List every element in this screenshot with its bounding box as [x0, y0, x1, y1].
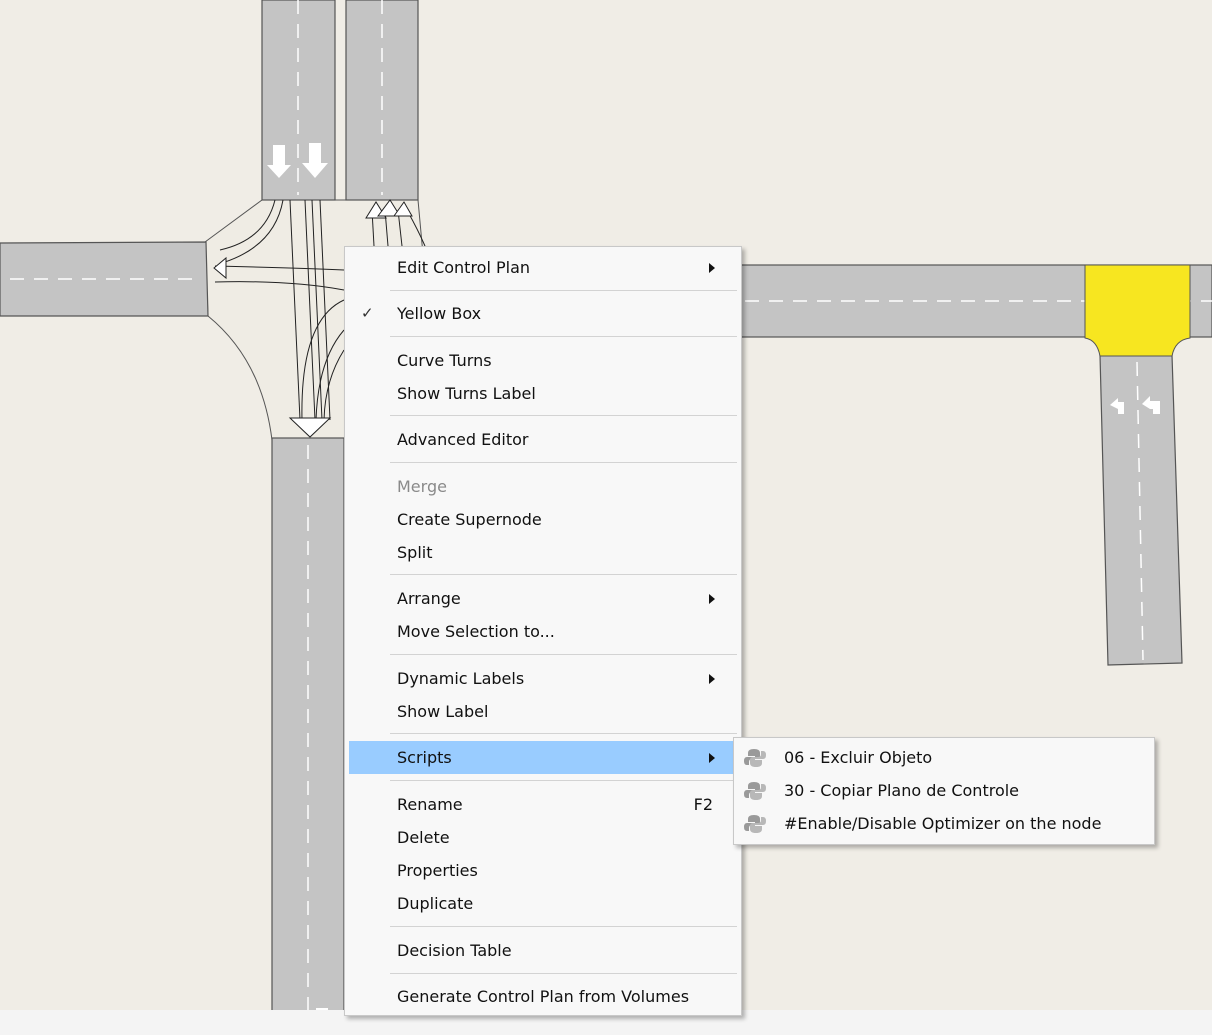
- menu-item-create-supernode[interactable]: Create Supernode: [349, 503, 737, 536]
- menu-item-label: Yellow Box: [397, 304, 482, 323]
- menu-item-delete[interactable]: Delete: [349, 821, 737, 854]
- scripts-submenu: 06 - Excluir Objeto 30 - Copiar Plano de…: [733, 737, 1155, 845]
- menu-item-label: Show Label: [397, 702, 489, 721]
- menu-item-duplicate[interactable]: Duplicate: [349, 887, 737, 920]
- python-icon: [744, 782, 766, 800]
- road-west[interactable]: [0, 241, 209, 317]
- submenu-arrow-icon: [709, 753, 715, 763]
- menu-item-curve-turns[interactable]: Curve Turns: [349, 344, 737, 377]
- menu-item-label: Properties: [397, 861, 478, 880]
- menu-item-generate-control-plan[interactable]: Generate Control Plan from Volumes: [349, 980, 737, 1013]
- menu-item-move-selection-to[interactable]: Move Selection to...: [349, 615, 737, 648]
- menu-item-advanced-editor[interactable]: Advanced Editor: [349, 423, 737, 456]
- menu-item-label: Create Supernode: [397, 510, 542, 529]
- menu-item-scripts[interactable]: Scripts: [349, 741, 737, 774]
- menu-item-label: Rename: [397, 795, 463, 814]
- menu-item-label: Decision Table: [397, 941, 512, 960]
- menu-item-label: Edit Control Plan: [397, 258, 531, 277]
- shortcut-label: F2: [693, 795, 713, 814]
- menu-item-label: Show Turns Label: [397, 384, 536, 403]
- menu-item-merge: Merge: [349, 470, 737, 503]
- menu-item-rename[interactable]: Rename F2: [349, 788, 737, 821]
- menu-separator: [390, 415, 737, 416]
- menu-item-split[interactable]: Split: [349, 536, 737, 569]
- road-branch-south[interactable]: [1099, 354, 1183, 666]
- menu-separator: [390, 336, 737, 337]
- menu-item-properties[interactable]: Properties: [349, 854, 737, 887]
- menu-item-label: Advanced Editor: [397, 430, 529, 449]
- menu-separator: [390, 926, 737, 927]
- menu-item-label: Merge: [397, 477, 447, 496]
- menu-item-yellow-box[interactable]: ✓ Yellow Box: [349, 297, 737, 330]
- script-item-label: 06 - Excluir Objeto: [784, 748, 933, 767]
- menu-item-label: Duplicate: [397, 894, 474, 913]
- submenu-arrow-icon: [709, 594, 715, 604]
- menu-item-label: Arrange: [397, 589, 461, 608]
- menu-separator: [390, 780, 737, 781]
- menu-item-label: Scripts: [397, 748, 452, 767]
- menu-separator: [390, 462, 737, 463]
- menu-item-arrange[interactable]: Arrange: [349, 582, 737, 615]
- script-item-excluir-objeto[interactable]: 06 - Excluir Objeto: [738, 741, 1150, 774]
- menu-separator: [390, 733, 737, 734]
- menu-item-label: Split: [397, 543, 433, 562]
- submenu-arrow-icon: [709, 263, 715, 273]
- submenu-arrow-icon: [709, 674, 715, 684]
- script-item-enable-disable-optimizer[interactable]: #Enable/Disable Optimizer on the node: [738, 807, 1150, 840]
- menu-separator: [390, 973, 737, 974]
- script-item-label: 30 - Copiar Plano de Controle: [784, 781, 1020, 800]
- menu-separator: [390, 574, 737, 575]
- python-icon: [744, 815, 766, 833]
- python-icon: [744, 749, 766, 767]
- menu-item-decision-table[interactable]: Decision Table: [349, 934, 737, 967]
- script-item-copiar-plano[interactable]: 30 - Copiar Plano de Controle: [738, 774, 1150, 807]
- menu-item-show-label[interactable]: Show Label: [349, 695, 737, 728]
- menu-item-dynamic-labels[interactable]: Dynamic Labels: [349, 662, 737, 695]
- menu-separator: [390, 654, 737, 655]
- yellow-box[interactable]: [1084, 264, 1191, 357]
- menu-item-show-turns-label[interactable]: Show Turns Label: [349, 377, 737, 410]
- checkmark-icon: ✓: [361, 304, 374, 322]
- menu-item-label: Dynamic Labels: [397, 669, 525, 688]
- menu-separator: [390, 290, 737, 291]
- menu-item-label: Move Selection to...: [397, 622, 555, 641]
- menu-item-label: Delete: [397, 828, 450, 847]
- menu-item-label: Generate Control Plan from Volumes: [397, 987, 690, 1006]
- context-menu: Edit Control Plan ✓ Yellow Box Curve Tur…: [344, 246, 742, 1016]
- menu-item-label: Curve Turns: [397, 351, 492, 370]
- script-item-label: #Enable/Disable Optimizer on the node: [784, 814, 1102, 833]
- menu-item-edit-control-plan[interactable]: Edit Control Plan: [349, 251, 737, 284]
